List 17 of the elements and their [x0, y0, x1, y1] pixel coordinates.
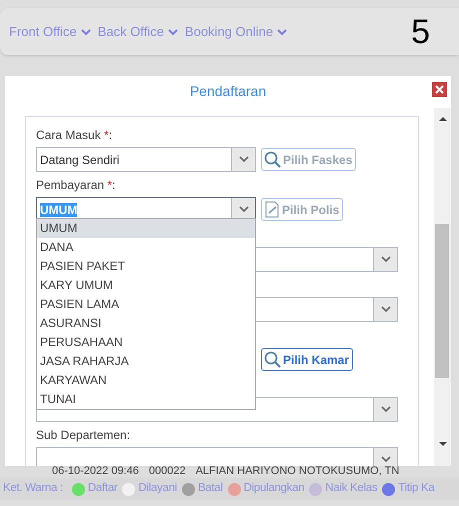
legend-item-label: Batal [198, 481, 223, 496]
table-cell: ALFIAN HARIYONO NOTOKUSUMO, TN [196, 465, 400, 478]
legend-item-label: Titip Ka [398, 481, 434, 496]
field-label: Sub Departemen: [36, 427, 132, 444]
table-cell: 000022 [148, 465, 186, 478]
field-label: Cara Masuk *: [36, 127, 114, 144]
pick-button: Pilih Polis [261, 198, 344, 221]
table-cell: 06-10-2022 09:46 [52, 465, 139, 478]
legend-item-label: Dilayani [138, 481, 177, 496]
legend-item-label: Dipulangkan [244, 481, 304, 496]
legend-item-label: Daftar [88, 481, 118, 496]
page-number: 5 [411, 14, 430, 48]
legend-label: Ket. Warna : [3, 481, 63, 496]
field-label: Pembayaran *: [36, 177, 116, 194]
pick-button: Pilih Faskes [261, 148, 356, 171]
dialog-title: Pendaftaran [190, 82, 266, 100]
legend-item-label: Naik Kelas [325, 481, 378, 496]
